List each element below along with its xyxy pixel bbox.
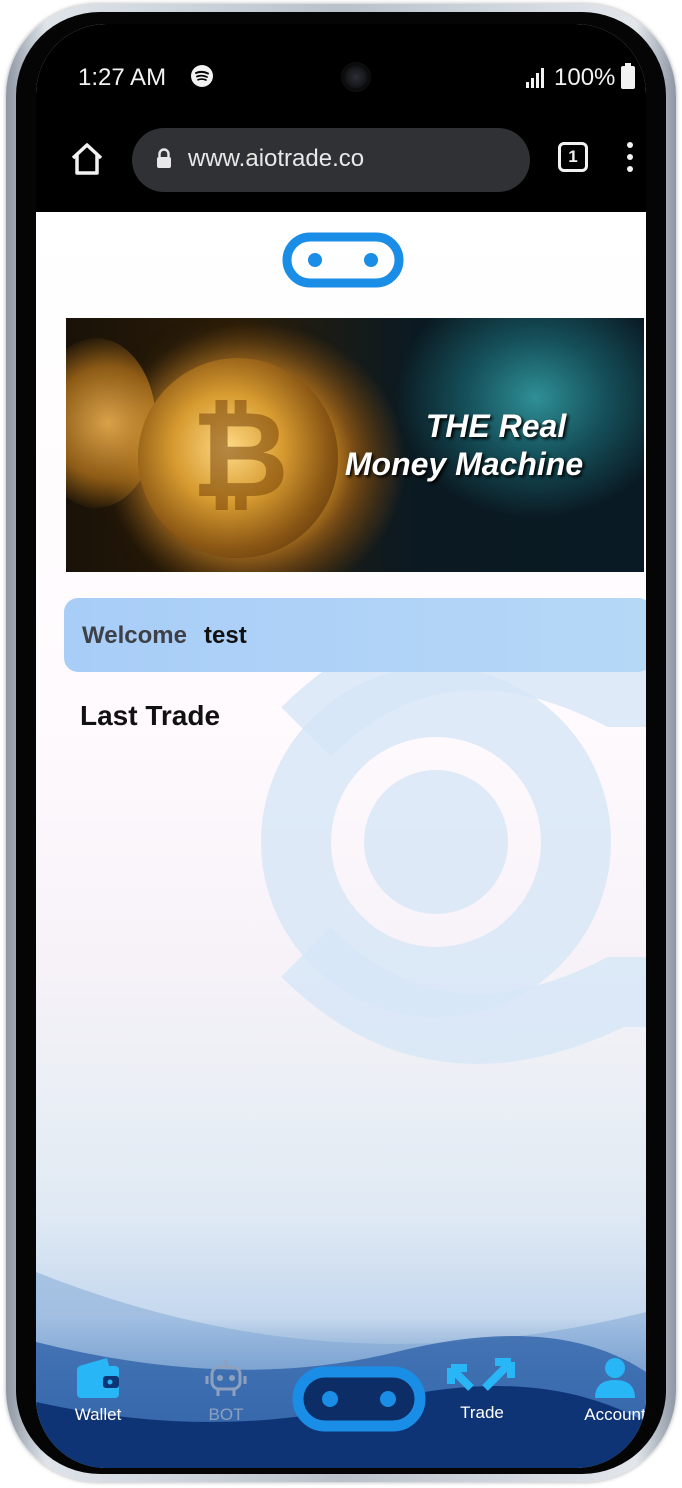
background-logo-watermark bbox=[261, 620, 646, 1064]
banner-headline-2: Money Machine bbox=[344, 446, 584, 482]
welcome-username: test bbox=[204, 622, 247, 649]
welcome-card: Welcome test bbox=[64, 598, 646, 672]
browser-toolbar: www.aiotrade.co 1 bbox=[36, 116, 646, 212]
bitcoin-symbol: ₿ bbox=[191, 386, 289, 525]
battery-level: 100% bbox=[554, 64, 616, 91]
account-icon bbox=[595, 1358, 635, 1398]
signal-icon bbox=[526, 68, 544, 88]
nav-account[interactable]: Account bbox=[564, 1356, 646, 1425]
tabs-icon[interactable]: 1 bbox=[558, 142, 588, 172]
welcome-label: Welcome bbox=[82, 622, 187, 649]
nav-account-label: Account bbox=[584, 1405, 646, 1424]
phone-frame: 1:27 AM 100% www.aiotrade.co 1 ₿ THE Rea… bbox=[6, 4, 676, 1482]
wallet-icon bbox=[77, 1358, 119, 1398]
lock-icon bbox=[157, 148, 171, 168]
bot-icon bbox=[205, 1360, 247, 1396]
web-page: ₿ THE Real Money Machine Welcome test La… bbox=[36, 212, 646, 1468]
last-trade-heading: Last Trade bbox=[80, 700, 221, 731]
battery-icon bbox=[621, 63, 635, 89]
nav-bot-label: BOT bbox=[208, 1405, 244, 1424]
bottom-nav: Wallet BOT Trade Account bbox=[36, 1336, 646, 1468]
trade-icon bbox=[447, 1358, 515, 1391]
brand-logo bbox=[282, 232, 404, 288]
status-time: 1:27 AM bbox=[78, 64, 167, 91]
home-icon[interactable] bbox=[68, 140, 106, 178]
promo-banner[interactable]: ₿ THE Real Money Machine bbox=[66, 318, 644, 572]
menu-icon[interactable] bbox=[624, 138, 636, 178]
phone-bezel: 1:27 AM 100% www.aiotrade.co 1 ₿ THE Rea… bbox=[16, 12, 666, 1474]
address-bar[interactable]: www.aiotrade.co bbox=[132, 128, 530, 192]
nav-wallet[interactable]: Wallet bbox=[52, 1356, 144, 1425]
brand-logo-center-button[interactable] bbox=[292, 1366, 426, 1432]
spotify-icon bbox=[191, 65, 213, 87]
nav-trade-label: Trade bbox=[460, 1403, 504, 1422]
front-camera bbox=[341, 62, 371, 92]
status-bar: 1:27 AM 100% bbox=[36, 24, 646, 116]
url-text: www.aiotrade.co bbox=[188, 145, 365, 172]
banner-bitcoin-coin: ₿ bbox=[138, 358, 338, 558]
screen: 1:27 AM 100% www.aiotrade.co 1 ₿ THE Rea… bbox=[36, 24, 646, 1468]
nav-wallet-label: Wallet bbox=[74, 1405, 122, 1424]
nav-bot[interactable]: BOT bbox=[182, 1358, 270, 1425]
nav-trade[interactable]: Trade bbox=[432, 1354, 532, 1423]
banner-headline-1: THE Real bbox=[425, 408, 567, 444]
